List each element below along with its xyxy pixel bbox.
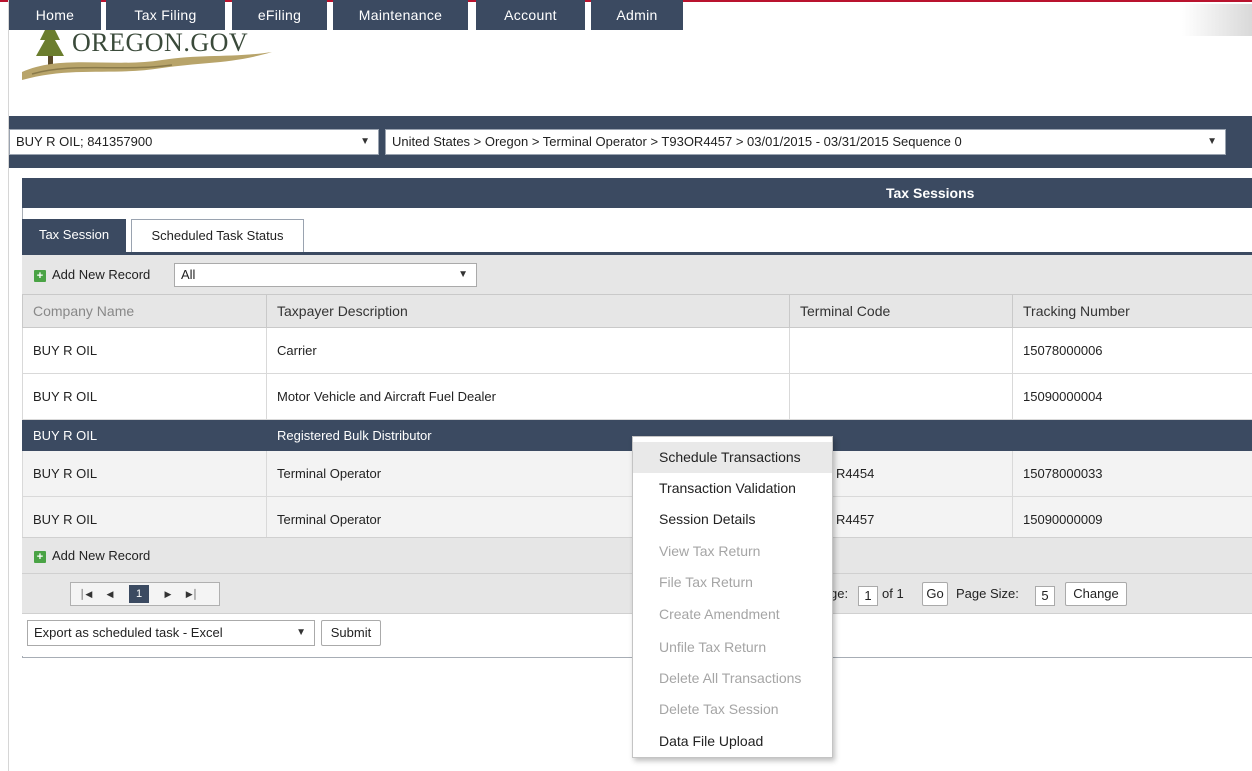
chevron-down-icon: ▼ — [1207, 136, 1217, 147]
chevron-down-icon: ▼ — [296, 627, 306, 638]
nav-tax-filing[interactable]: Tax Filing — [106, 0, 225, 30]
cell-tracking: 15090000004 — [1012, 373, 1252, 420]
menu-item-view-tax-return[interactable]: View Tax Return — [633, 536, 832, 567]
menu-item-schedule-transactions[interactable]: Schedule Transactions — [633, 442, 832, 473]
add-new-record-footer-label: Add New Record — [52, 548, 151, 563]
pager: │◀ ◀ 1 ▶ ▶│ — [70, 582, 220, 606]
cell-terminal — [789, 327, 1013, 374]
first-page-icon[interactable]: │◀ — [77, 585, 95, 603]
page-size-input[interactable]: 5 — [1035, 586, 1055, 606]
menu-item-transaction-validation[interactable]: Transaction Validation — [633, 473, 832, 504]
column-header-description[interactable]: Taxpayer Description — [266, 294, 790, 328]
company-select[interactable]: BUY R OIL; 841357900 ▼ — [9, 129, 379, 155]
grid-header-row: Company Name Taxpayer Description Termin… — [22, 294, 1252, 328]
cell-company: BUY R OIL — [22, 496, 267, 543]
cell-description: Carrier — [266, 327, 790, 374]
column-header-company[interactable]: Company Name — [22, 294, 267, 328]
add-icon: + — [34, 550, 46, 563]
filter-select[interactable]: All ▼ — [174, 263, 477, 287]
cell-tracking: 15078000033 — [1012, 450, 1252, 497]
company-select-value: BUY R OIL; 841357900 — [16, 134, 153, 149]
go-button[interactable]: Go — [922, 582, 948, 606]
context-bar: BUY R OIL; 841357900 ▼ United States > O… — [9, 120, 1252, 168]
table-row[interactable]: BUY R OIL Motor Vehicle and Aircraft Fue… — [22, 373, 1252, 420]
nav-admin[interactable]: Admin — [591, 0, 683, 30]
add-icon: + — [34, 269, 46, 282]
panel-title: Tax Sessions — [886, 185, 975, 201]
last-page-icon[interactable]: ▶│ — [183, 585, 201, 603]
cell-company: BUY R OIL — [22, 327, 267, 374]
cell-tracking: 15090000009 — [1012, 496, 1252, 543]
export-select-value: Export as scheduled task - Excel — [34, 625, 223, 640]
column-header-tracking[interactable]: Tracking Number — [1012, 294, 1252, 328]
next-page-icon[interactable]: ▶ — [159, 585, 177, 603]
header-corner-gradient — [1182, 4, 1252, 36]
menu-item-delete-tax-session[interactable]: Delete Tax Session — [633, 694, 832, 725]
panel-title-bar: Tax Sessions — [22, 178, 1252, 208]
page-of-label: of 1 — [882, 586, 904, 601]
submit-button[interactable]: Submit — [321, 620, 381, 646]
column-header-terminal[interactable]: Terminal Code — [789, 294, 1013, 328]
nav-efiling[interactable]: eFiling — [232, 0, 327, 30]
change-button[interactable]: Change — [1065, 582, 1127, 606]
table-row[interactable]: BUY R OIL Carrier 15078000006 — [22, 327, 1252, 374]
cell-company: BUY R OIL — [22, 419, 267, 451]
prev-page-icon[interactable]: ◀ — [101, 585, 119, 603]
current-page[interactable]: 1 — [129, 585, 149, 603]
menu-item-file-tax-return[interactable]: File Tax Return — [633, 567, 832, 598]
menu-item-session-details[interactable]: Session Details — [633, 504, 832, 535]
export-select[interactable]: Export as scheduled task - Excel ▼ — [27, 620, 315, 646]
cell-company: BUY R OIL — [22, 373, 267, 420]
tab-scheduled-task-status[interactable]: Scheduled Task Status — [131, 219, 304, 253]
menu-item-delete-all-transactions[interactable]: Delete All Transactions — [633, 663, 832, 694]
cell-description: Motor Vehicle and Aircraft Fuel Dealer — [266, 373, 790, 420]
add-new-record-label: Add New Record — [52, 267, 151, 282]
cell-terminal — [789, 373, 1013, 420]
session-path-select[interactable]: United States > Oregon > Terminal Operat… — [385, 129, 1226, 155]
grid-toolbar: + Add New Record All ▼ — [22, 255, 1252, 294]
tab-tax-session[interactable]: Tax Session — [22, 219, 126, 253]
session-path-value: United States > Oregon > Terminal Operat… — [392, 134, 962, 149]
cell-tracking — [1012, 419, 1252, 451]
chevron-down-icon: ▼ — [360, 136, 370, 147]
add-new-record-footer-button[interactable]: + Add New Record — [34, 547, 150, 565]
cell-company: BUY R OIL — [22, 450, 267, 497]
logo-text: OREGON.GOV — [72, 28, 249, 57]
nav-account[interactable]: Account — [476, 0, 585, 30]
add-new-record-button[interactable]: + Add New Record — [34, 266, 150, 284]
nav-maintenance[interactable]: Maintenance — [333, 0, 468, 30]
menu-item-data-file-upload[interactable]: Data File Upload — [633, 726, 832, 757]
filter-value: All — [181, 267, 196, 282]
chevron-down-icon: ▼ — [458, 269, 468, 280]
cell-tracking: 15078000006 — [1012, 327, 1252, 374]
page-input[interactable]: 1 — [858, 586, 878, 606]
row-context-menu: Schedule Transactions Transaction Valida… — [632, 436, 833, 758]
menu-item-unfile-tax-return[interactable]: Unfile Tax Return — [633, 632, 832, 663]
nav-home[interactable]: Home — [9, 0, 101, 30]
page-size-label: Page Size: — [956, 586, 1019, 601]
menu-item-create-amendment[interactable]: Create Amendment — [633, 599, 832, 630]
